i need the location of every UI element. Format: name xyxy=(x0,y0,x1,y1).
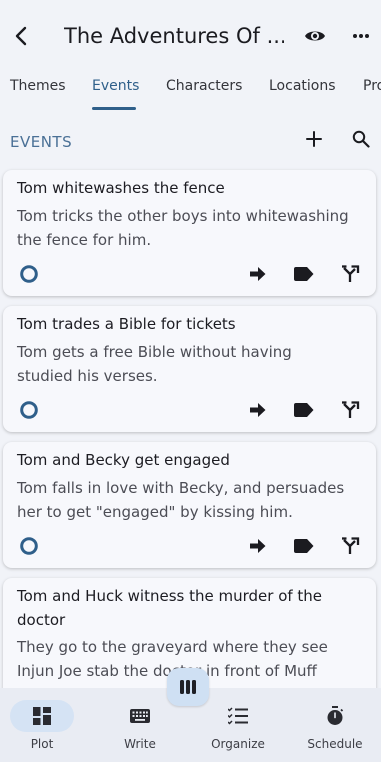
app-root: The Adventures Of ... Themes Events Char… xyxy=(0,0,381,762)
back-arrow-icon[interactable] xyxy=(10,24,34,48)
nav-item-plot[interactable]: Plot xyxy=(7,700,77,756)
tab-pro[interactable]: Pro xyxy=(363,78,381,94)
section-header: EVENTS xyxy=(0,122,381,158)
event-description-line: They go to the graveyard where they see xyxy=(17,638,328,656)
section-title: EVENTS xyxy=(10,133,73,151)
event-description-line: the fence for him. xyxy=(17,231,152,249)
list-icon xyxy=(206,700,270,732)
tab-events[interactable]: Events xyxy=(92,78,139,94)
event-actions xyxy=(3,535,376,561)
arrow-right-icon[interactable] xyxy=(247,535,269,557)
event-description-line: Tom tricks the other boys into whitewash… xyxy=(17,207,349,225)
event-card[interactable]: Tom whitewashes the fence Tom tricks the… xyxy=(3,170,376,296)
event-description-line: her to get "engaged" by kissing him. xyxy=(17,503,293,521)
nav-label: Write xyxy=(124,737,156,751)
event-actions xyxy=(3,263,376,289)
event-actions xyxy=(3,399,376,425)
event-description: Tom gets a free Bible without having stu… xyxy=(17,340,367,388)
status-circle-icon[interactable] xyxy=(18,399,40,421)
status-circle-icon[interactable] xyxy=(18,535,40,557)
event-description-line: studied his verses. xyxy=(17,367,158,385)
page-title: The Adventures Of ... xyxy=(64,24,284,48)
keyboard-icon xyxy=(108,700,172,732)
arrow-right-icon[interactable] xyxy=(247,399,269,421)
eye-icon[interactable] xyxy=(302,24,328,48)
nav-label: Schedule xyxy=(307,737,363,751)
nav-item-schedule[interactable]: Schedule xyxy=(300,700,370,756)
more-options-icon[interactable] xyxy=(349,24,373,48)
merge-branch-icon[interactable] xyxy=(339,263,361,285)
label-tag-icon[interactable] xyxy=(293,399,315,421)
pause-handle-button[interactable] xyxy=(167,668,209,706)
event-title-line: Tom and Huck witness the murder of the xyxy=(17,587,323,605)
label-tag-icon[interactable] xyxy=(293,535,315,557)
event-description: Tom falls in love with Becky, and persua… xyxy=(17,476,367,524)
event-title-line: doctor xyxy=(17,611,66,629)
event-title: Tom and Becky get engaged xyxy=(17,451,230,469)
event-title: Tom and Huck witness the murder of the d… xyxy=(17,584,322,632)
tab-locations[interactable]: Locations xyxy=(269,78,336,94)
label-tag-icon[interactable] xyxy=(293,263,315,285)
tab-themes[interactable]: Themes xyxy=(10,78,66,94)
grid-icon xyxy=(10,700,74,732)
add-icon[interactable] xyxy=(303,128,325,150)
timer-icon xyxy=(303,700,367,732)
nav-item-organize[interactable]: Organize xyxy=(203,700,273,756)
merge-branch-icon[interactable] xyxy=(339,399,361,421)
event-title: Tom whitewashes the fence xyxy=(17,179,225,197)
event-description-line: Tom gets a free Bible without having xyxy=(17,343,292,361)
merge-branch-icon[interactable] xyxy=(339,535,361,557)
event-title: Tom trades a Bible for tickets xyxy=(17,315,236,333)
event-description: Tom tricks the other boys into whitewash… xyxy=(17,204,367,252)
nav-label: Organize xyxy=(211,737,265,751)
status-circle-icon[interactable] xyxy=(18,263,40,285)
tab-bar: Themes Events Characters Locations Pro xyxy=(0,72,381,112)
search-icon[interactable] xyxy=(350,128,372,150)
arrow-right-icon[interactable] xyxy=(247,263,269,285)
nav-label: Plot xyxy=(30,737,54,751)
tab-characters[interactable]: Characters xyxy=(166,78,242,94)
event-card[interactable]: Tom and Becky get engaged Tom falls in l… xyxy=(3,442,376,568)
nav-item-write[interactable]: Write xyxy=(105,700,175,756)
top-app-bar: The Adventures Of ... xyxy=(0,0,381,72)
tab-active-indicator xyxy=(92,107,136,110)
event-card[interactable]: Tom trades a Bible for tickets Tom gets … xyxy=(3,306,376,432)
event-description-line: Tom falls in love with Becky, and persua… xyxy=(17,479,345,497)
